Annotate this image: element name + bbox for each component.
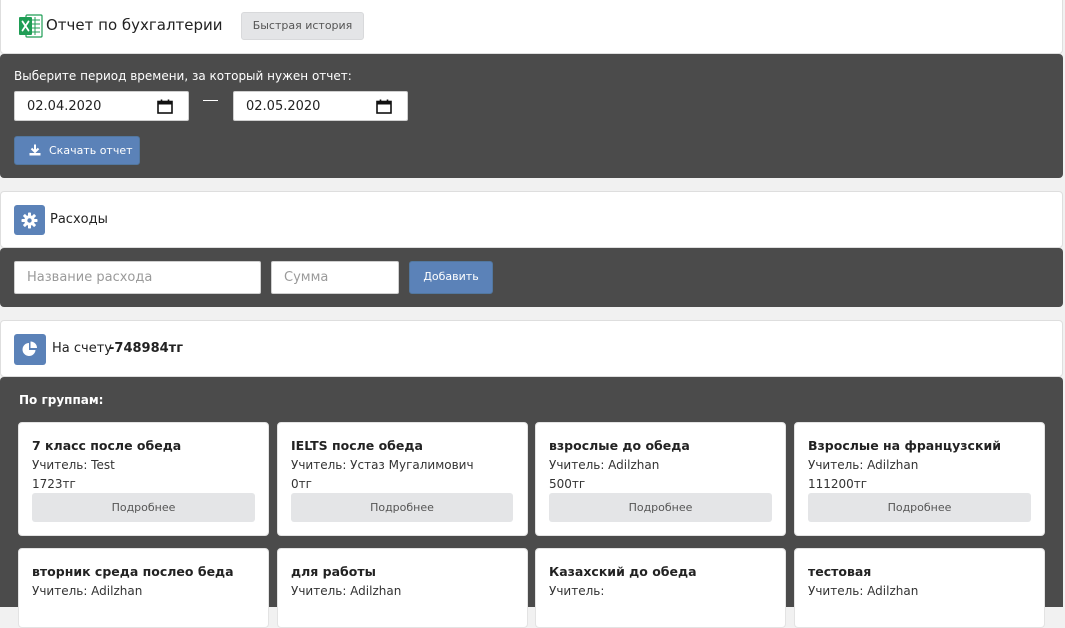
expense-name-input[interactable]: Название расхода [14,261,261,294]
pie-chart-icon [14,334,46,365]
date-from-value: 02.04.2020 [27,99,102,114]
page-title: Отчет по бухгалтерии [46,16,223,34]
group-teacher: Учитель: Test [32,458,115,472]
add-expense-button[interactable]: Добавить [409,261,493,294]
group-teacher: Учитель: Adilzhan [32,584,143,598]
groups-panel: По группам: 7 класс после обеда Учитель:… [0,377,1063,628]
group-details-button[interactable]: Подробнее [32,493,255,522]
expense-sum-input[interactable]: Сумма [271,261,399,294]
period-prompt: Выберите период времени, за который нуже… [14,69,352,83]
group-sum: 500тг [549,477,586,491]
group-sum: 1723тг [32,477,76,491]
group-details-button[interactable]: Подробнее [549,493,772,522]
group-teacher: Учитель: Adilzhan [549,458,660,472]
date-to-value: 02.05.2020 [246,99,321,114]
report-header: Отчет по бухгалтерии Быстрая история [0,0,1063,54]
group-card: вторник среда послео беда Учитель: Adilz… [18,548,269,628]
group-teacher: Учитель: Adilzhan [808,584,919,598]
gear-icon [14,205,45,235]
period-panel: Выберите период времени, за который нуже… [0,54,1063,178]
group-card: для работы Учитель: Adilzhan [277,548,528,628]
group-teacher: Учитель: Adilzhan [291,584,402,598]
excel-icon [19,14,43,38]
calendar-icon[interactable] [157,99,173,114]
quick-history-button[interactable]: Быстрая история [241,12,364,40]
group-name: Казахский до обеда [549,564,697,579]
expenses-title: Расходы [50,212,108,227]
download-report-label: Скачать отчет [49,144,133,157]
expense-name-placeholder: Название расхода [27,270,153,285]
group-name: для работы [291,564,376,579]
group-name: IELTS после обеда [291,438,423,453]
balance-value: -748984тг [109,341,183,356]
group-card: IELTS после обеда Учитель: Устаз Мугалим… [277,422,528,536]
group-details-button[interactable]: Подробнее [291,493,513,522]
calendar-icon[interactable] [376,99,392,114]
group-teacher: Учитель: Adilzhan [808,458,919,472]
expense-form: Название расхода Сумма Добавить [0,248,1063,307]
expense-sum-placeholder: Сумма [284,270,329,285]
expenses-header: Расходы [0,191,1063,248]
group-card: Взрослые на французский Учитель: Adilzha… [794,422,1045,536]
download-report-button[interactable]: Скачать отчет [14,136,140,165]
group-name: Взрослые на французский [808,438,1001,453]
group-name: 7 класс после обеда [32,438,182,453]
group-card: тестовая Учитель: Adilzhan [794,548,1045,628]
balance-header: На счету -748984тг [0,320,1063,377]
group-details-button[interactable]: Подробнее [808,493,1031,522]
group-name: вторник среда послео беда [32,564,234,579]
group-teacher: Учитель: [549,584,605,598]
group-teacher: Учитель: Устаз Мугалимович [291,458,474,472]
group-card: 7 класс после обеда Учитель: Test 1723тг… [18,422,269,536]
balance-label: На счету [52,341,112,356]
range-dash [203,100,218,101]
date-to-input[interactable]: 02.05.2020 [233,91,408,121]
group-card: Казахский до обеда Учитель: [535,548,786,628]
group-sum: 0тг [291,477,312,491]
date-from-input[interactable]: 02.04.2020 [14,91,189,121]
groups-title: По группам: [19,393,104,407]
group-sum: 111200тг [808,477,868,491]
download-icon [29,144,41,156]
group-card: взрослые до обеда Учитель: Adilzhan 500т… [535,422,786,536]
group-name: взрослые до обеда [549,438,690,453]
group-name: тестовая [808,564,872,579]
